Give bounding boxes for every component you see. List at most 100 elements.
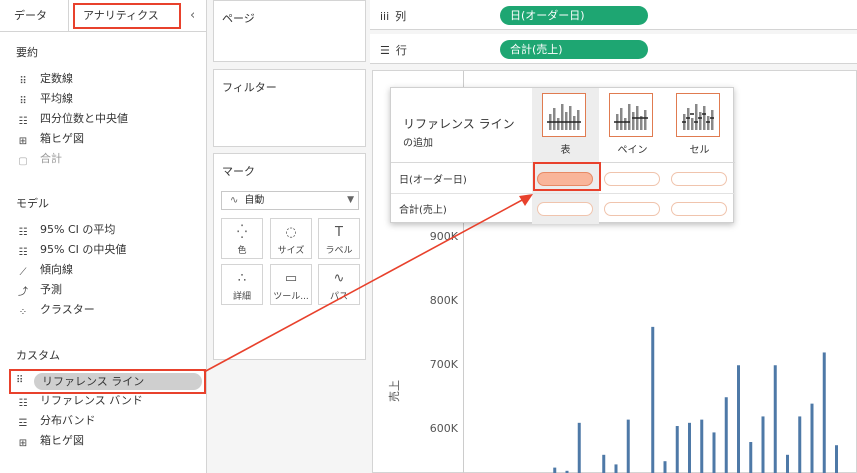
mark-button-tooltip[interactable]: ▭ ツール... [270,264,312,305]
drop-zone[interactable] [604,172,660,186]
list-item[interactable]: ☷ 95% CI の平均 [16,221,116,239]
columns-shelf-label: iii 列 [380,8,406,24]
label-icon: T [335,225,343,240]
divider [391,193,735,194]
item-label: 合計 [40,152,62,165]
chevron-down-icon: ▼ [347,195,354,205]
rows-label: 行 [395,44,407,57]
item-label: 95% CI の中央値 [40,243,127,256]
reference-line-icon: ⠿ [19,76,27,87]
tab-analytics[interactable]: アナリティクス [73,3,181,29]
scope-0-preview-icon [542,93,586,137]
list-item[interactable]: ⊞ 箱ヒゲ図 [16,432,84,450]
columns-pill[interactable]: 日(オーダー日) [500,6,648,25]
box-plot-icon: ⊞ [18,136,28,147]
mark-button-color[interactable]: ⁛ 色 [221,218,263,259]
reference-line-icon: ⠿ [19,96,27,107]
reference-line-icon: ⠿ [16,375,24,386]
drop-zone[interactable] [537,202,593,216]
bar[interactable] [700,419,704,473]
trend-line-icon: ⟋ [19,267,27,278]
pages-title: ページ [222,12,255,25]
bar[interactable] [712,432,716,473]
filters-title: フィルター [222,81,277,94]
size-icon: ◌ [285,225,297,240]
list-item[interactable]: ☷ リファレンス バンド [16,392,143,410]
line-icon: ∿ [230,195,239,206]
bar[interactable] [749,442,753,473]
tooltip-icon: ▭ [284,271,298,286]
list-item[interactable]: ⠿ 平均線 [16,90,73,108]
list-item[interactable]: ⠿ 定数線 [16,70,73,88]
bar[interactable] [651,326,655,473]
mark-button-label: 詳細 [232,292,251,302]
item-label: 予測 [40,283,62,296]
mark-button-label[interactable]: T ラベル [318,218,360,259]
pages-card[interactable]: ページ [213,0,366,62]
rows-icon: ☰ [380,44,390,57]
item-label: 95% CI の平均 [40,223,116,236]
bar[interactable] [822,352,826,473]
bar[interactable] [737,365,740,473]
bar[interactable] [724,397,728,473]
add-reference-line-dropzone: リファレンス ライン の追加 表 ペイン セル 日(オーダー日) 合計(売上) [390,87,735,224]
worksheet-area: iii列 日(オーダー日) ☰行 合計(売上) 売上 1100K1000K900… [370,0,857,473]
tab-data[interactable]: データ [14,4,47,28]
active-drop-target-highlight [533,162,601,191]
bar[interactable] [835,445,838,473]
color-icon: ⁛ [236,225,248,240]
columns-shelf[interactable]: iii 列 日(オーダー日) [370,0,857,30]
bar[interactable] [688,422,691,473]
mark-button-path[interactable]: ∿ パス [318,264,360,305]
collapse-pane-icon[interactable]: ‹ [190,4,195,28]
bar[interactable] [798,416,802,473]
bar[interactable] [675,426,679,473]
pane-tabs: データ アナリティクス ‹ [0,0,207,32]
bar[interactable] [773,365,777,473]
box-plot-icon: ⊞ [18,438,28,449]
list-item[interactable]: ⟋ 傾向線 [16,261,74,279]
bar[interactable] [761,416,765,473]
rows-pill[interactable]: 合計(売上) [500,40,648,59]
bar[interactable] [810,403,814,473]
scope-1-preview-icon [609,93,653,137]
list-item[interactable]: ☲ 分布バンド [16,412,96,430]
scope-label: ペイン [617,145,648,156]
bar[interactable] [626,419,630,473]
mark-button-label: パス [329,292,348,302]
distribution-band-icon: ☲ [18,418,28,429]
section-model: モデル [16,197,49,210]
list-item[interactable]: ▢ 合計 [16,150,62,168]
item-label: 分布バンド [40,414,96,427]
bar[interactable] [663,461,667,473]
drop-zone[interactable] [671,172,727,186]
drop-zone[interactable] [671,202,727,216]
mark-button-detail[interactable]: ∴ 詳細 [221,264,263,305]
mark-type-select[interactable]: ∿ 自動 ▼ [221,191,359,210]
bar[interactable] [553,467,557,473]
bar[interactable] [602,454,606,473]
marks-card: マーク ∿ 自動 ▼ ⁛ 色 ◌ サイズ T ラベル ∴ 詳細 ▭ ツール... ∿ パス [213,153,366,360]
item-label: リファレンス ライン [42,375,145,388]
rows-shelf[interactable]: ☰ 行 合計(売上) [370,34,857,64]
filters-card[interactable]: フィルター [213,69,366,147]
list-item[interactable]: ⤴ 予測 [16,281,62,299]
list-item[interactable]: ☷ 四分位数と中央値 [16,110,128,128]
item-label: 四分位数と中央値 [40,112,128,125]
reference-band-icon: ☷ [18,398,28,409]
mark-button-label: 色 [237,246,247,256]
section-summary: 要約 [16,46,38,59]
rows-shelf-label: ☰ 行 [380,42,407,58]
bar[interactable] [786,454,789,473]
custom-reference-line-item[interactable]: ⠿ リファレンス ライン [9,369,206,394]
mark-button-size[interactable]: ◌ サイズ [270,218,312,259]
list-item[interactable]: ⁘ クラスター [16,301,95,319]
drop-zone[interactable] [604,202,660,216]
bar[interactable] [614,464,618,473]
mark-type-value: 自動 [244,195,265,206]
item-label: リファレンス バンド [40,394,143,407]
bar[interactable] [577,422,581,473]
list-item[interactable]: ⊞ 箱ヒゲ図 [16,130,84,148]
list-item[interactable]: ☷ 95% CI の中央値 [16,241,127,259]
popup-title: リファレンス ライン [403,117,515,131]
